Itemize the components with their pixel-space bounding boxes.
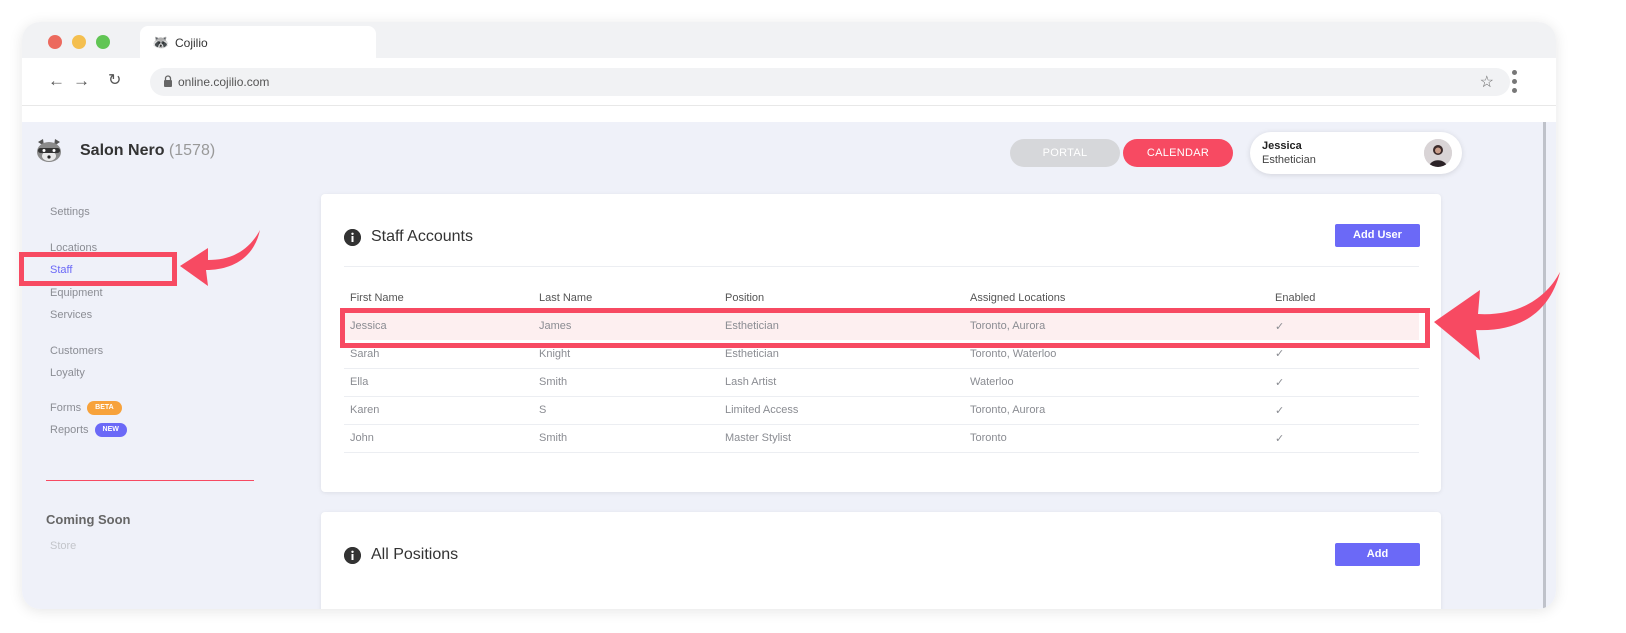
staff-table: First Name Last Name Position Assigned L… bbox=[344, 284, 1419, 453]
salon-id: (1578) bbox=[168, 142, 216, 159]
close-window-button[interactable] bbox=[48, 35, 62, 49]
cell-enabled-check: ✓ bbox=[1269, 340, 1419, 369]
raccoon-icon: 🦝 bbox=[152, 34, 170, 50]
portal-button[interactable]: PORTAL bbox=[1010, 139, 1120, 167]
sidebar-item-forms[interactable]: Forms BETA bbox=[50, 401, 122, 415]
browser-tab[interactable]: 🦝 Cojilio bbox=[140, 26, 376, 60]
browser-window: 🦝 Cojilio ← → ↻ online.cojilio.com ☆ Sal… bbox=[22, 22, 1556, 609]
column-header-last-name[interactable]: Last Name bbox=[533, 284, 719, 312]
sidebar-item-customers[interactable]: Customers bbox=[50, 345, 103, 357]
cell-enabled-check: ✓ bbox=[1269, 312, 1419, 340]
add-user-button[interactable]: Add User bbox=[1335, 224, 1420, 247]
cell-locations: Toronto, Aurora bbox=[964, 396, 1269, 425]
all-positions-title: All Positions bbox=[371, 546, 459, 563]
sidebar-item-equipment[interactable]: Equipment bbox=[50, 287, 103, 299]
cell-last-name: Smith bbox=[533, 368, 719, 397]
table-header-row: First Name Last Name Position Assigned L… bbox=[344, 284, 1419, 312]
minimize-window-button[interactable] bbox=[72, 35, 86, 49]
tab-bar: 🦝 Cojilio bbox=[22, 22, 1556, 60]
cell-last-name: James bbox=[533, 312, 719, 340]
column-header-assigned-locations[interactable]: Assigned Locations bbox=[964, 284, 1269, 312]
staff-accounts-title: Staff Accounts bbox=[371, 228, 473, 245]
info-icon bbox=[344, 547, 361, 564]
cell-locations: Toronto, Aurora bbox=[964, 312, 1269, 340]
new-badge: NEW bbox=[94, 423, 127, 437]
cell-first-name: Ella bbox=[344, 368, 533, 397]
beta-badge: BETA bbox=[87, 401, 122, 415]
tab-title: Cojilio bbox=[175, 36, 208, 50]
add-position-button[interactable]: Add bbox=[1335, 543, 1420, 566]
cell-last-name: Smith bbox=[533, 424, 719, 453]
user-profile-card[interactable]: Jessica Esthetician bbox=[1250, 132, 1462, 174]
cell-enabled-check: ✓ bbox=[1269, 396, 1419, 425]
sidebar-item-forms-label: Forms bbox=[50, 401, 82, 414]
raccoon-logo-icon bbox=[37, 139, 61, 162]
url-text: online.cojilio.com bbox=[178, 75, 270, 89]
sidebar-item-staff[interactable]: Staff bbox=[50, 264, 72, 276]
user-role: Esthetician bbox=[1262, 154, 1316, 166]
cell-locations: Toronto, Waterloo bbox=[964, 340, 1269, 369]
cell-position: Lash Artist bbox=[719, 368, 964, 397]
card-divider bbox=[344, 266, 1419, 267]
sidebar-divider bbox=[46, 480, 254, 481]
staff-accounts-card: Staff Accounts Add User First Name Last … bbox=[321, 194, 1441, 492]
cell-position: Esthetician bbox=[719, 340, 964, 369]
salon-name-text: Salon Nero bbox=[80, 142, 165, 159]
address-bar[interactable]: online.cojilio.com ☆ bbox=[150, 68, 1510, 96]
table-row[interactable]: Jessica James Esthetician Toronto, Auror… bbox=[344, 312, 1419, 340]
cell-enabled-check: ✓ bbox=[1269, 368, 1419, 397]
app-scrollbar[interactable] bbox=[1543, 122, 1546, 609]
cell-last-name: S bbox=[533, 396, 719, 425]
salon-name: Salon Nero (1578) bbox=[80, 142, 215, 160]
sidebar-item-services[interactable]: Services bbox=[50, 309, 92, 321]
sidebar-item-reports-label: Reports bbox=[50, 423, 89, 436]
cell-locations: Waterloo bbox=[964, 368, 1269, 397]
avatar bbox=[1424, 139, 1452, 167]
back-arrow-icon[interactable]: ← bbox=[48, 72, 65, 90]
sidebar-item-settings[interactable]: Settings bbox=[50, 206, 90, 218]
cell-first-name: Sarah bbox=[344, 340, 533, 369]
table-row[interactable]: Ella Smith Lash Artist Waterloo ✓ bbox=[344, 368, 1419, 397]
info-icon bbox=[344, 229, 361, 246]
arrow-pointer-icon bbox=[1434, 272, 1560, 360]
cell-first-name: Jessica bbox=[344, 312, 533, 340]
cell-position: Limited Access bbox=[719, 396, 964, 425]
column-header-position[interactable]: Position bbox=[719, 284, 964, 312]
sidebar-item-loyalty[interactable]: Loyalty bbox=[50, 367, 85, 379]
browser-menu-icon[interactable] bbox=[1512, 70, 1518, 97]
cell-first-name: John bbox=[344, 424, 533, 453]
reload-icon[interactable]: ↻ bbox=[108, 72, 121, 90]
arrow-pointer-icon bbox=[180, 230, 260, 286]
calendar-button[interactable]: CALENDAR bbox=[1123, 139, 1233, 167]
sidebar-item-reports[interactable]: Reports NEW bbox=[50, 423, 127, 437]
table-row[interactable]: John Smith Master Stylist Toronto ✓ bbox=[344, 424, 1419, 453]
column-header-first-name[interactable]: First Name bbox=[344, 284, 533, 312]
bookmark-star-icon[interactable]: ☆ bbox=[1480, 72, 1494, 92]
forward-arrow-icon[interactable]: → bbox=[73, 72, 90, 90]
sidebar-item-store: Store bbox=[50, 540, 77, 552]
cell-first-name: Karen bbox=[344, 396, 533, 425]
sidebar-item-locations[interactable]: Locations bbox=[50, 242, 97, 254]
app-area: Salon Nero (1578) PORTAL CALENDAR Jessic… bbox=[22, 122, 1556, 609]
all-positions-card: All Positions Add bbox=[321, 512, 1441, 609]
cell-last-name: Knight bbox=[533, 340, 719, 369]
browser-toolbar: ← → ↻ online.cojilio.com ☆ bbox=[22, 58, 1556, 106]
user-name: Jessica bbox=[1262, 140, 1302, 152]
cell-enabled-check: ✓ bbox=[1269, 424, 1419, 453]
maximize-window-button[interactable] bbox=[96, 35, 110, 49]
column-header-enabled[interactable]: Enabled bbox=[1269, 284, 1419, 312]
cell-position: Master Stylist bbox=[719, 424, 964, 453]
table-row[interactable]: Karen S Limited Access Toronto, Aurora ✓ bbox=[344, 396, 1419, 425]
coming-soon-heading: Coming Soon bbox=[46, 512, 131, 527]
cell-locations: Toronto bbox=[964, 424, 1269, 453]
table-row[interactable]: Sarah Knight Esthetician Toronto, Waterl… bbox=[344, 340, 1419, 369]
lock-icon bbox=[164, 75, 172, 87]
cell-position: Esthetician bbox=[719, 312, 964, 340]
